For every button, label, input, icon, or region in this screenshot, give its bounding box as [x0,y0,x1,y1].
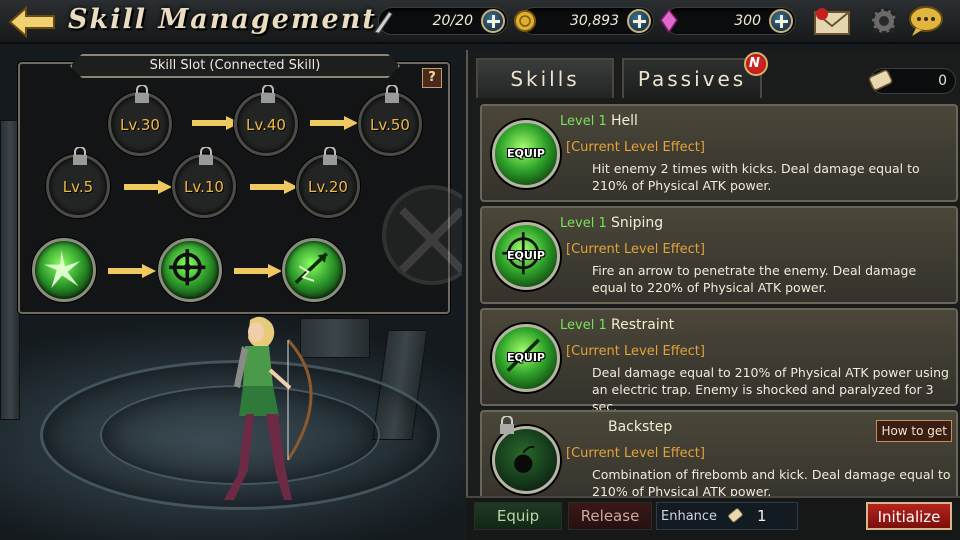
gem-counter: 300 [660,7,796,35]
skill-point-value: 0 [938,73,947,89]
stone-pillar [0,120,20,420]
page-title: Skill Management [68,4,377,35]
electric-arrow-icon [294,252,328,285]
slot-level-label: Lv.50 [370,116,410,134]
slot-level-label: Lv.5 [62,178,94,196]
equip-label: EQUIP [507,147,545,160]
scroll-icon [727,508,743,523]
skill-list-panel: Skills Passives N 0 EQUIP Level 1 Hell [… [466,50,960,540]
skill-name: Restraint [611,317,675,333]
padlock-icon [199,147,213,165]
padlock-icon [323,147,337,165]
skill-level: Level 1 [560,318,607,333]
skill-name: Backstep [608,419,673,435]
skill-card-hell[interactable]: EQUIP Level 1 Hell [Current Level Effect… [480,104,958,202]
mail-icon[interactable] [812,4,852,38]
release-button[interactable]: Release [568,502,652,530]
effect-header: [Current Level Effect] [566,446,705,461]
effect-header: [Current Level Effect] [566,140,705,155]
crossed-swords-shield-icon [382,185,462,285]
skill-description: Deal damage equal to 210% of Physical AT… [592,365,949,414]
equipped-skill-sniping[interactable] [158,238,222,302]
archer-character [224,316,313,500]
pink-gem-icon [660,8,678,34]
enhance-label: Enhance [661,509,718,524]
stamina-counter: 20/20 [374,7,508,35]
back-arrow-icon[interactable] [8,6,56,38]
skill-orb-restraint[interactable]: EQUIP [492,324,560,392]
right-arrow-icon [108,264,156,278]
equip-button[interactable]: Equip [474,502,562,530]
enhance-counter[interactable]: Enhance 1 [656,502,798,530]
skill-card-restraint[interactable]: EQUIP Level 1 Restraint [Current Level E… [480,308,958,414]
right-arrow-icon [192,116,240,130]
padlock-icon [135,85,149,103]
stamina-value: 20/20 [432,13,473,29]
add-stamina-button[interactable] [481,9,505,33]
effect-header: [Current Level Effect] [566,242,705,257]
skill-name: Sniping [611,215,664,231]
slot-level-label: Lv.40 [246,116,286,134]
equipped-skill-restraint[interactable] [282,238,346,302]
bottom-action-bar: Equip Release Enhance 1 Initialize [466,496,960,540]
tab-passives[interactable]: Passives N [622,52,768,98]
skill-slot-lv20[interactable]: Lv.20 [296,147,360,218]
skill-card-sniping[interactable]: EQUIP Level 1 Sniping [Current Level Eff… [480,206,958,304]
skill-description: Fire an arrow to penetrate the enemy. De… [592,263,917,295]
right-arrow-icon [250,180,298,194]
chat-bubble-icon[interactable] [906,4,946,38]
equipped-skill-hell[interactable] [32,238,96,302]
skill-point-counter: 0 [868,68,956,94]
skill-slot-title: Skill Slot (Connected Skill) [70,54,400,78]
skill-card-backstep[interactable]: Backstep How to get [Current Level Effec… [480,410,958,496]
skill-orb-hell[interactable]: EQUIP [492,120,560,188]
skill-slot-lv40[interactable]: Lv.40 [234,85,298,156]
gold-value: 30,893 [570,13,619,29]
settings-gear-icon[interactable] [864,4,904,38]
slot-level-label: Lv.10 [184,178,224,196]
top-bar: Skill Management 20/20 30,893 300 [0,0,960,44]
new-badge: N [744,52,768,76]
gold-counter: 30,893 [514,7,654,35]
skill-slot-lv5[interactable]: Lv.5 [46,147,110,218]
crosshair-icon [169,249,206,286]
skill-orb-backstep[interactable] [492,426,560,494]
gem-value: 300 [734,13,761,29]
help-button[interactable]: ? [422,68,442,88]
skill-orb-sniping[interactable]: EQUIP [492,222,560,290]
slot-level-label: Lv.20 [308,178,348,196]
equip-label: EQUIP [507,351,545,364]
bomb-icon [514,445,535,473]
skill-description: Hit enemy 2 times with kicks. Deal damag… [592,161,920,193]
skill-description: Combination of firebomb and kick. Deal d… [592,467,951,496]
skill-level: Level 1 [560,114,607,129]
add-gold-button[interactable] [627,9,651,33]
equip-label: EQUIP [507,249,545,262]
gold-coin-icon [514,10,536,32]
padlock-icon [500,416,514,434]
slot-level-label: Lv.30 [120,116,160,134]
padlock-icon [73,147,87,165]
skill-slot-lv50[interactable]: Lv.50 [358,85,422,156]
padlock-icon [385,85,399,103]
padlock-icon [261,85,275,103]
right-arrow-icon [310,116,358,130]
skill-level: Level 1 [560,216,607,231]
skill-slot-lv10[interactable]: Lv.10 [172,147,236,218]
right-arrow-icon [124,180,172,194]
initialize-button[interactable]: Initialize [866,502,952,530]
scroll-icon [868,69,893,91]
tab-skills[interactable]: Skills [476,58,614,98]
skill-list[interactable]: EQUIP Level 1 Hell [Current Level Effect… [480,104,958,496]
effect-header: [Current Level Effect] [566,344,705,359]
enhance-value: 1 [757,507,767,525]
how-to-get-button[interactable]: How to get [876,420,952,442]
tab-passives-label: Passives [637,67,747,91]
sword-icon [374,11,393,34]
right-arrow-icon [234,264,282,278]
skill-slot-lv30[interactable]: Lv.30 [108,85,172,156]
kick-burst-icon [44,250,81,289]
add-gem-button[interactable] [769,9,793,33]
skill-name: Hell [611,113,638,129]
